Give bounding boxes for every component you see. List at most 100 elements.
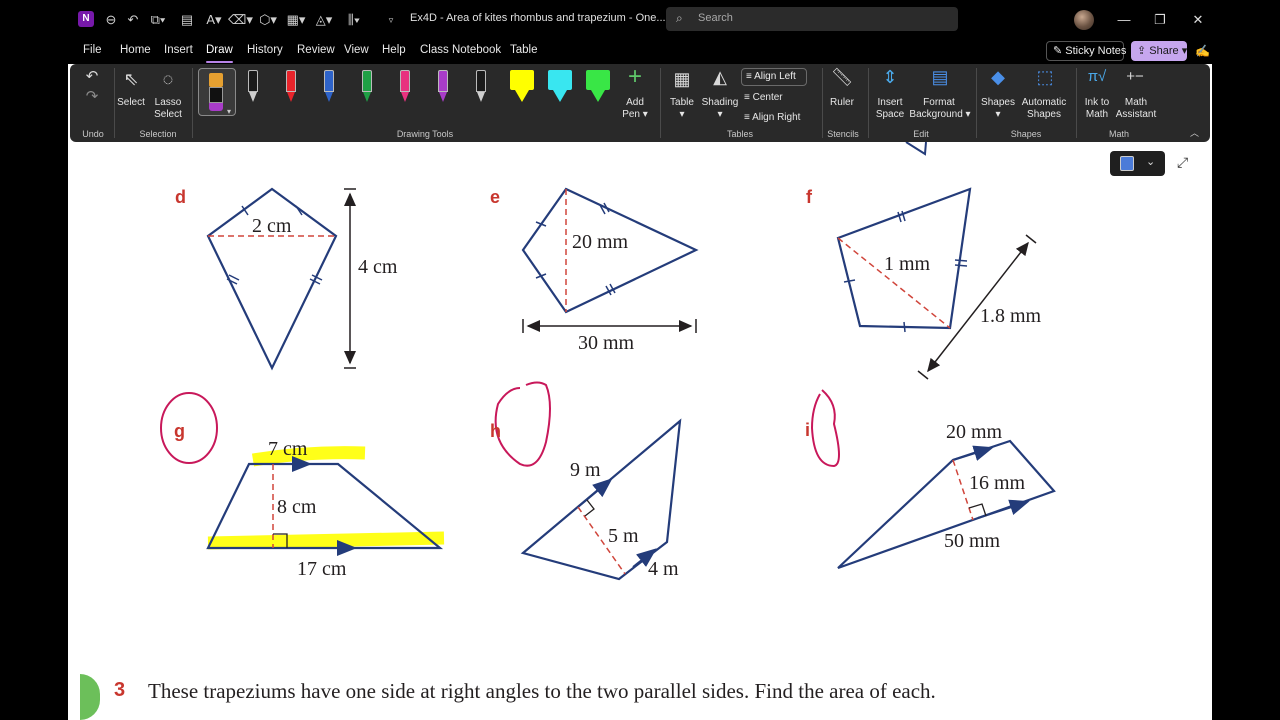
highlighter-2[interactable] <box>548 70 572 104</box>
columns-icon[interactable]: ⫼▾ <box>340 10 368 30</box>
restore-icon[interactable]: ❐ <box>1150 10 1170 30</box>
shapes-icon[interactable]: ⬡▾ <box>256 10 280 30</box>
figure-h-trapezium: h 9 m 5 m 4 m <box>490 381 682 581</box>
tab-class-notebook[interactable]: Class Notebook <box>420 44 501 56</box>
expand-icon[interactable]: ⤢ <box>1177 154 1188 171</box>
add-pen-icon[interactable]: + <box>623 65 647 89</box>
center-button[interactable]: ≡ Center <box>744 92 783 103</box>
align-right-button[interactable]: ≡ Align Right <box>744 112 800 123</box>
auto-shapes-label-2[interactable]: Shapes <box>1018 109 1070 121</box>
eraser-icon[interactable]: ⌫▾ <box>228 10 253 30</box>
tab-history[interactable]: History <box>247 44 283 56</box>
insert-space-icon[interactable]: ⇕ <box>878 66 902 88</box>
sticky-notes-button[interactable]: ✎ Sticky Notes <box>1046 41 1126 61</box>
figure-i-top: 20 mm <box>946 421 1003 443</box>
pen-body <box>248 70 258 92</box>
tab-file[interactable]: File <box>83 44 102 56</box>
table-dropdown-icon[interactable]: ▾ <box>664 109 700 121</box>
format-bg-label-2-text: Background <box>909 109 963 120</box>
ruler-button[interactable]: Ruler <box>824 97 860 109</box>
select-cursor-icon[interactable]: ⇖ <box>120 68 142 90</box>
shapes-dropdown-icon[interactable]: ▾ <box>980 109 1016 121</box>
figure-g-height: 8 cm <box>277 496 317 518</box>
document-title: Ex4D - Area of kites rhombus and trapezi… <box>410 12 666 24</box>
tab-insert[interactable]: Insert <box>164 44 193 56</box>
share-button[interactable]: ⇪ Share ▾ <box>1131 41 1187 61</box>
highlighter-3[interactable] <box>586 70 610 104</box>
shading-icon[interactable]: ◭ <box>708 66 732 88</box>
format-background-icon[interactable]: ▤ <box>928 66 952 88</box>
table-icon[interactable]: ▦▾ <box>284 10 308 30</box>
lasso-label-1[interactable]: Lasso <box>150 97 186 109</box>
lasso-icon[interactable]: ◌ <box>156 68 180 90</box>
tab-home[interactable]: Home <box>120 44 151 56</box>
fill-icon[interactable]: ◬▾ <box>312 10 336 30</box>
tab-table[interactable]: Table <box>510 44 538 56</box>
pen-4[interactable] <box>360 70 374 104</box>
undo-icon[interactable]: ↶ <box>82 66 102 88</box>
shading-button[interactable]: Shading <box>700 97 740 109</box>
selection-group-label: Selection <box>139 129 177 139</box>
clipboard-icon[interactable]: ⧉▾ <box>146 10 170 30</box>
collapse-ribbon-icon[interactable]: ︿ <box>1190 126 1199 139</box>
undo-icon[interactable]: ↶ <box>124 10 142 30</box>
format-bg-label-1[interactable]: Format <box>908 97 970 109</box>
table-icon[interactable]: ▦ <box>670 68 694 90</box>
pen-2[interactable] <box>284 70 298 104</box>
menu-bar: File Home Insert Draw History Review Vie… <box>68 40 1212 64</box>
ink-to-math-icon[interactable]: π√ <box>1084 66 1110 88</box>
minimize-icon[interactable]: — <box>1114 10 1134 30</box>
previous-figure-fragment <box>905 142 927 156</box>
tab-view[interactable]: View <box>344 44 369 56</box>
add-pen-label-2[interactable]: Pen ▾ <box>618 109 652 121</box>
table-button[interactable]: Table <box>664 97 700 109</box>
figure-g-trapezium: g 7 cm 8 cm 17 cm <box>160 392 445 580</box>
page-icon[interactable]: ▤ <box>178 10 196 30</box>
pen-5[interactable] <box>398 70 412 104</box>
lasso-label-2[interactable]: Select <box>150 109 186 121</box>
figure-g-top: 7 cm <box>268 438 308 460</box>
separator <box>976 68 977 138</box>
ink-math-label-2[interactable]: Math <box>1080 109 1114 121</box>
auto-shapes-label-1[interactable]: Automatic <box>1018 97 1070 109</box>
active-pen[interactable]: ▾ <box>198 68 236 116</box>
notebook-page[interactable]: d 2 cm 4 cm e 20 mm 30 mm f 1 mm 1.8 mm … <box>68 142 1212 720</box>
redo-icon[interactable]: ↷ <box>82 86 102 108</box>
pen-7[interactable] <box>474 70 488 104</box>
tab-help[interactable]: Help <box>382 44 406 56</box>
ink-math-label-1[interactable]: Ink to <box>1080 97 1114 109</box>
math-assistant-icon[interactable]: +− <box>1122 66 1148 88</box>
figure-i-height: 16 mm <box>969 472 1026 494</box>
immersive-reader-button[interactable]: ⌄ <box>1110 151 1165 176</box>
pen-3[interactable] <box>322 70 336 104</box>
shading-dropdown-icon[interactable]: ▾ <box>700 109 740 121</box>
comment-icon[interactable]: ✍ <box>1195 44 1210 58</box>
shapes-icon[interactable]: ◆ <box>986 66 1010 88</box>
pen-6[interactable] <box>436 70 450 104</box>
pen-1[interactable] <box>246 70 260 104</box>
close-icon[interactable]: ✕ <box>1188 10 1208 30</box>
figure-h-side: 9 m <box>570 459 601 481</box>
edit-group-label: Edit <box>913 129 929 139</box>
insert-space-label-1[interactable]: Insert <box>870 97 910 109</box>
tab-review[interactable]: Review <box>297 44 335 56</box>
ruler-icon[interactable]: 📏︎ <box>830 66 854 88</box>
avatar[interactable] <box>1074 10 1094 30</box>
separator <box>868 68 869 138</box>
shapes-button[interactable]: Shapes <box>980 97 1016 109</box>
back-icon[interactable]: ⊖ <box>102 10 120 30</box>
add-pen-label-1[interactable]: Add <box>618 97 652 109</box>
reader-icon <box>1120 156 1134 171</box>
insert-space-label-2[interactable]: Space <box>870 109 910 121</box>
highlighter-1[interactable] <box>510 70 534 104</box>
automatic-shapes-icon[interactable]: ⬚ <box>1032 66 1058 88</box>
math-assist-label-2[interactable]: Assistant <box>1114 109 1158 121</box>
math-assist-label-1[interactable]: Math <box>1114 97 1158 109</box>
tab-draw[interactable]: Draw <box>206 44 233 56</box>
customize-icon[interactable]: ▿ <box>384 10 398 30</box>
select-button[interactable]: Select <box>114 97 148 109</box>
search-input[interactable]: ⌕ Search <box>666 7 958 31</box>
align-left-button[interactable]: ≡ Align Left <box>741 68 807 86</box>
format-bg-label-2[interactable]: Background ▾ <box>908 109 972 121</box>
font-color-icon[interactable]: A▾ <box>202 10 226 30</box>
